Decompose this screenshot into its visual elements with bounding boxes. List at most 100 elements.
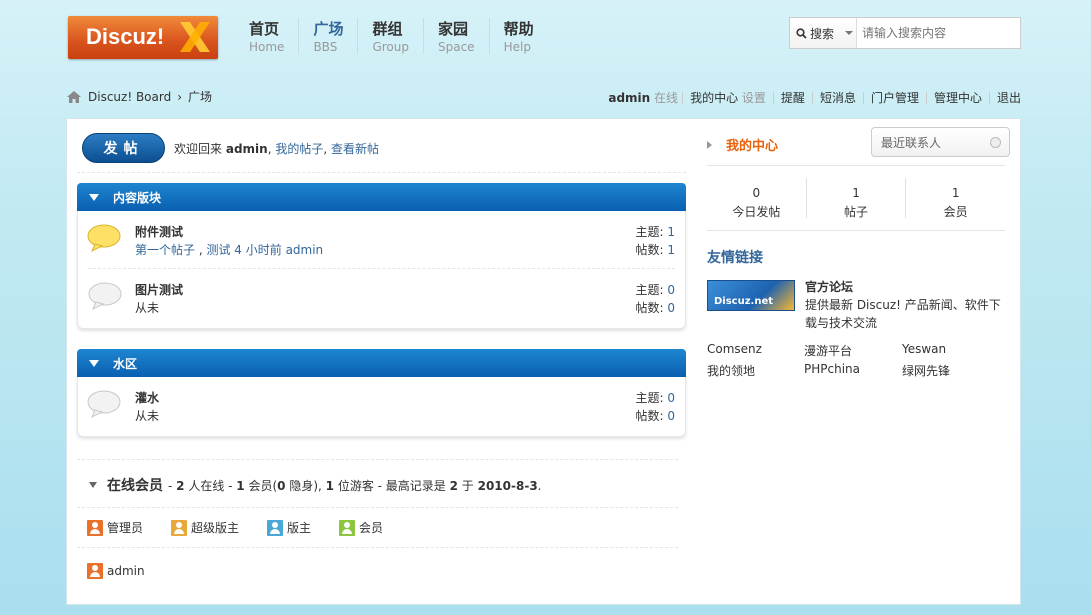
online-summary: - 2 人在线 - 1 会员(0 隐身), 1 位游客 - 最高记录是 2 于 … — [168, 477, 542, 494]
forum-stats: 主题: 0 帖数: 0 — [635, 389, 675, 425]
section-header-content[interactable]: 内容版块 — [77, 183, 686, 211]
online-user-name[interactable]: admin — [107, 564, 145, 578]
logout-link[interactable]: 退出 — [997, 91, 1021, 105]
stat-members: 1 会员 — [905, 178, 1005, 219]
friend-link[interactable]: PHPchina — [804, 362, 902, 379]
stat-today-posts: 0 今日发帖 — [707, 166, 806, 230]
nav-help[interactable]: 帮助 Help — [488, 18, 534, 54]
breadcrumb-site[interactable]: Discuz! Board — [88, 90, 171, 104]
user-admin-icon — [87, 563, 103, 579]
nav-bbs[interactable]: 广场 BBS — [298, 18, 343, 54]
collapse-triangle-icon[interactable] — [89, 359, 99, 367]
topics-label: 主题: — [635, 283, 664, 297]
recent-contacts-button[interactable]: 最近联系人 — [871, 127, 1010, 157]
forum-stats: 主题: 1 帖数: 1 — [635, 223, 675, 259]
logo-x-icon — [180, 22, 210, 52]
forum-row: 灌水 从未 主题: 0 帖数: 0 — [78, 377, 685, 434]
username-link[interactable]: admin — [608, 91, 650, 105]
nav-bbs-label: 广场 — [313, 20, 344, 38]
stat-label: 会员 — [943, 205, 968, 219]
breadcrumb-current: 广场 — [188, 90, 213, 104]
admin-center-link[interactable]: 管理中心 — [934, 91, 982, 105]
legend-member: 会员 — [339, 519, 383, 536]
posts-label: 帖数: — [635, 301, 664, 315]
friend-link[interactable]: 漫游平台 — [804, 342, 902, 359]
nav-help-sublabel: Help — [503, 40, 531, 54]
last-post-user[interactable]: admin — [286, 243, 324, 257]
discuz-net-banner[interactable]: Discuz.net — [707, 280, 795, 311]
portal-manage-link[interactable]: 门户管理 — [871, 91, 919, 105]
legend-label: 版主 — [287, 521, 312, 535]
posts-count: 1 — [667, 243, 675, 257]
forum-title[interactable]: 灌水 — [135, 389, 159, 406]
header: Discuz! 首页 Home 广场 BBS 群组 Group 家园 Space… — [0, 0, 1091, 80]
collapse-triangle-icon[interactable] — [89, 482, 97, 488]
section-title: 内容版块 — [113, 190, 162, 205]
divider — [77, 172, 686, 173]
nav-bbs-sublabel: BBS — [313, 40, 338, 54]
recent-contacts-label: 最近联系人 — [881, 135, 942, 150]
banner-text: Discuz.net — [714, 296, 774, 307]
nav-group[interactable]: 群组 Group — [357, 18, 409, 54]
my-posts-link[interactable]: 我的帖子 — [275, 142, 323, 156]
search-type-select[interactable]: 搜索 — [790, 18, 857, 48]
stat-posts: 1 帖子 — [805, 178, 906, 219]
my-center-link[interactable]: 我的中心 — [690, 91, 738, 105]
friend-link[interactable]: Comsenz — [707, 342, 804, 359]
status-dot-icon — [990, 137, 1001, 148]
main-nav: 首页 Home 广场 BBS 群组 Group 家园 Space 帮助 Help — [249, 18, 562, 54]
welcome-username[interactable]: admin — [226, 142, 268, 156]
topics-count: 0 — [667, 283, 675, 297]
posts-count: 0 — [667, 409, 675, 423]
nav-space-sublabel: Space — [438, 40, 475, 54]
nav-home-label: 首页 — [249, 20, 280, 38]
user-group-legend: 管理员 超级版主 版主 会员 — [87, 519, 411, 536]
remind-link[interactable]: 提醒 — [781, 91, 805, 105]
stat-value: 1 — [951, 186, 960, 200]
online-user-admin[interactable]: admin — [87, 563, 145, 579]
breadcrumb-separator: › — [177, 89, 183, 104]
new-post-button[interactable]: 发帖 — [82, 133, 165, 163]
main-content: 发帖 欢迎回来 admin, 我的帖子, 查看新帖 内容版块 附件测试 第一个帖… — [66, 118, 1021, 605]
friend-link[interactable]: 绿网先锋 — [902, 362, 1002, 379]
online-title[interactable]: 在线会员 — [107, 475, 163, 495]
forum-new-posts-bubble-icon — [87, 224, 121, 253]
nav-group-label: 群组 — [372, 20, 403, 38]
nav-space[interactable]: 家园 Space — [423, 18, 475, 54]
forum-last-post: 第一个帖子 , 测试 4 小时前 admin — [135, 243, 324, 257]
forum-title[interactable]: 附件测试 — [135, 223, 183, 240]
nav-group-sublabel: Group — [372, 40, 409, 54]
forum-last-post: 从未 — [135, 409, 160, 423]
home-icon[interactable] — [66, 90, 82, 104]
featured-link-title[interactable]: 官方论坛 — [805, 278, 853, 295]
messages-link[interactable]: 短消息 — [820, 91, 856, 105]
section-header-water[interactable]: 水区 — [77, 349, 686, 377]
discuz-logo[interactable]: Discuz! — [68, 16, 218, 59]
posts-count: 0 — [667, 301, 675, 315]
my-center-heading[interactable]: 我的中心 — [707, 135, 778, 154]
search-input[interactable] — [857, 19, 1015, 47]
nav-home[interactable]: 首页 Home — [249, 18, 284, 54]
legend-label: 超级版主 — [191, 521, 240, 535]
chevron-down-icon — [845, 31, 854, 35]
divider — [77, 459, 678, 460]
new-posts-link[interactable]: 查看新帖 — [331, 142, 379, 156]
forum-list-water: 灌水 从未 主题: 0 帖数: 0 — [77, 377, 686, 437]
summary-text: 于 — [457, 478, 478, 493]
collapse-triangle-icon[interactable] — [89, 193, 99, 201]
topics-label: 主题: — [635, 391, 664, 405]
user-admin-icon — [87, 519, 103, 536]
friend-link[interactable]: 我的领地 — [707, 362, 804, 379]
last-thread-link[interactable]: 第一个帖子 — [135, 243, 195, 257]
online-hidden: 0 — [277, 478, 286, 493]
friend-link[interactable]: Yeswan — [902, 342, 1002, 359]
online-record: 2 — [449, 478, 458, 493]
settings-link[interactable]: 设置 — [742, 91, 766, 105]
online-guests: 1 — [325, 478, 335, 493]
last-post-time[interactable]: 测试 4 小时前 — [206, 243, 281, 257]
posts-label: 帖数: — [635, 409, 664, 423]
user-super-moderator-icon — [171, 519, 188, 536]
stat-value: 1 — [852, 186, 860, 200]
forum-title[interactable]: 图片测试 — [135, 281, 183, 298]
search-icon — [796, 27, 807, 39]
